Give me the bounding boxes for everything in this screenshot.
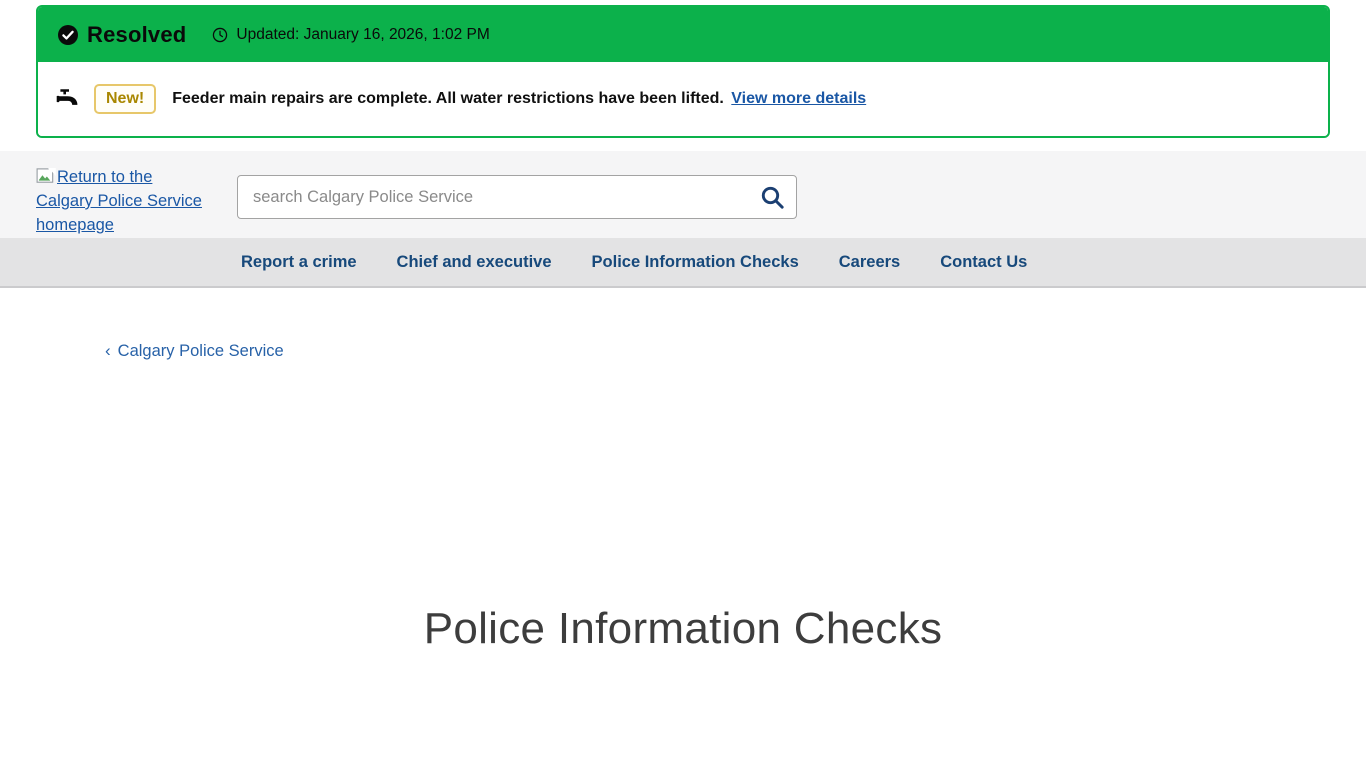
alert-updated-text: Updated: January 16, 2026, 1:02 PM	[236, 26, 489, 44]
nav-item-careers[interactable]: Careers	[839, 253, 900, 272]
clock-icon	[212, 27, 228, 43]
new-badge: New!	[94, 84, 156, 114]
homepage-logo-link[interactable]: Return to the Calgary Police Service hom…	[36, 166, 204, 238]
breadcrumb-label: Calgary Police Service	[118, 342, 284, 361]
service-alert-card: Resolved Updated: January 16, 2026, 1:02…	[36, 5, 1330, 138]
nav-item-chief-and-executive[interactable]: Chief and executive	[397, 253, 552, 272]
site-header: Return to the Calgary Police Service hom…	[0, 151, 1366, 238]
alert-status-bar: Resolved Updated: January 16, 2026, 1:02…	[38, 7, 1328, 62]
page: Resolved Updated: January 16, 2026, 1:02…	[0, 0, 1366, 768]
alert-status-label: Resolved	[87, 22, 186, 48]
breadcrumb-back-link[interactable]: ‹ Calgary Police Service	[105, 341, 284, 361]
alert-message-text: Feeder main repairs are complete. All wa…	[172, 90, 724, 107]
faucet-icon	[56, 87, 80, 111]
alert-message-row: New! Feeder main repairs are complete. A…	[38, 62, 1328, 136]
search-form	[237, 175, 797, 219]
homepage-logo-alt-text: Return to the Calgary Police Service hom…	[36, 168, 202, 234]
nav-item-police-information-checks[interactable]: Police Information Checks	[592, 253, 799, 272]
check-circle-icon	[58, 25, 78, 45]
search-button[interactable]	[753, 179, 791, 215]
nav-item-contact-us[interactable]: Contact Us	[940, 253, 1027, 272]
broken-image-icon	[36, 168, 56, 184]
main-nav: Report a crime Chief and executive Polic…	[0, 238, 1366, 288]
search-icon	[759, 184, 786, 211]
view-more-details-link[interactable]: View more details	[731, 90, 866, 107]
chevron-left-icon: ‹	[105, 341, 111, 361]
page-title: Police Information Checks	[0, 604, 1366, 654]
search-input[interactable]	[237, 175, 797, 219]
nav-item-report-a-crime[interactable]: Report a crime	[241, 253, 357, 272]
alert-message: Feeder main repairs are complete. All wa…	[172, 89, 866, 110]
